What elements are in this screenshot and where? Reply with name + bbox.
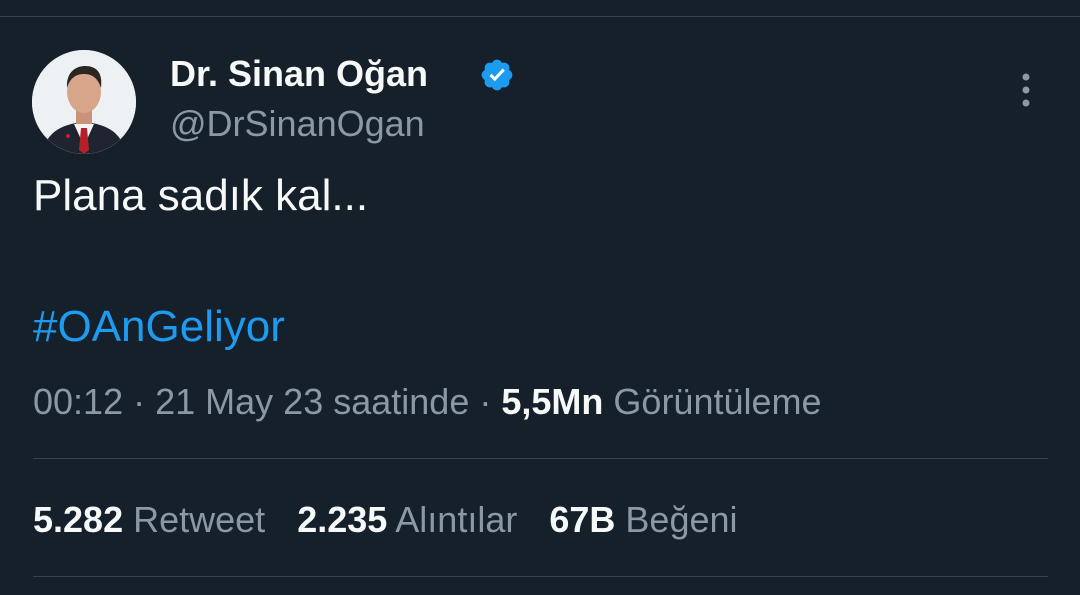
avatar-portrait-icon — [32, 50, 136, 154]
likes-stat[interactable]: 67B Beğeni — [549, 498, 737, 542]
top-divider — [0, 16, 1080, 17]
retweets-count: 5.282 — [33, 499, 124, 540]
divider — [33, 458, 1048, 459]
retweets-label: Retweet — [133, 499, 266, 540]
meta-separator: · — [133, 381, 146, 422]
quotes-stat[interactable]: 2.235 Alıntılar — [297, 498, 517, 542]
verified-badge-icon — [481, 59, 513, 91]
views-count: 5,5Mn — [501, 381, 604, 422]
views-label: Görüntüleme — [613, 381, 822, 422]
quotes-count: 2.235 — [297, 499, 388, 540]
meta-separator: · — [479, 381, 492, 422]
more-options-button[interactable] — [1006, 70, 1046, 110]
likes-count: 67B — [549, 499, 616, 540]
author-display-name[interactable]: Dr. Sinan Oğan — [170, 52, 428, 96]
tweet-text: Plana sadık kal... — [33, 171, 369, 220]
more-vertical-icon — [1022, 73, 1030, 107]
avatar[interactable] — [32, 50, 136, 154]
quotes-label: Alıntılar — [395, 499, 518, 540]
likes-label: Beğeni — [625, 499, 738, 540]
retweets-stat[interactable]: 5.282 Retweet — [33, 498, 265, 542]
engagement-stats: 5.282 Retweet 2.235 Alıntılar 67B Beğeni — [33, 498, 770, 542]
author-handle[interactable]: @DrSinanOgan — [170, 102, 425, 146]
hashtag-link[interactable]: #OAnGeliyor — [33, 301, 285, 353]
tweet-time[interactable]: 00:12 — [33, 381, 123, 422]
tweet-date[interactable]: 21 May 23 saatinde — [155, 381, 469, 422]
tweet-meta-row: 00:12 · 21 May 23 saatinde · 5,5Mn Görün… — [33, 380, 822, 424]
divider — [33, 576, 1048, 577]
